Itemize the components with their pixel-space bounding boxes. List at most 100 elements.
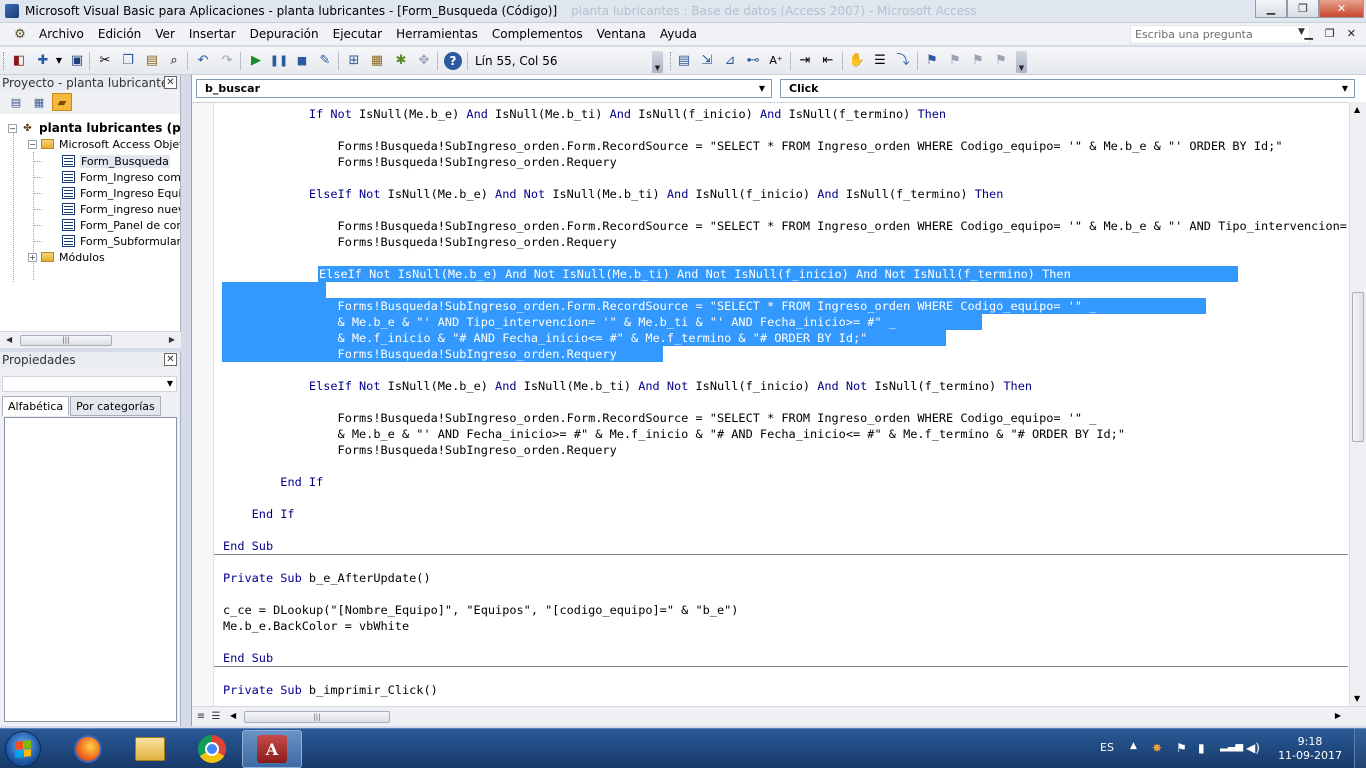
scrollbar-thumb[interactable]: ||| — [20, 335, 112, 346]
maximize-button[interactable]: ❐ — [1287, 0, 1319, 18]
menu-depuracion[interactable]: Depuración — [243, 27, 326, 41]
scroll-left-icon[interactable]: ◀ — [6, 335, 12, 344]
procedure-combo[interactable]: Click ▼ — [780, 79, 1355, 98]
chevron-down-icon[interactable]: ▼ — [759, 84, 765, 93]
volume-icon[interactable]: ◀) — [1246, 741, 1260, 755]
design-mode-icon[interactable]: ✎ — [317, 53, 333, 69]
vba-menu-icon[interactable]: ⚙ — [12, 26, 28, 42]
close-button[interactable]: ✕ — [1319, 0, 1364, 18]
tree-item-form[interactable]: Form_Panel de cont — [62, 217, 180, 233]
redo-icon[interactable]: ↷ — [219, 53, 235, 69]
project-explorer-icon[interactable]: ⊞ — [346, 53, 362, 69]
procedure-view-icon[interactable]: ≡ — [194, 710, 208, 724]
taskbar-chrome[interactable] — [182, 730, 242, 768]
tree-modules-folder[interactable]: + Módulos — [28, 249, 105, 265]
outdent-icon[interactable]: ⇤ — [820, 53, 836, 69]
undo-icon[interactable]: ↶ — [195, 53, 211, 69]
previous-bookmark-icon[interactable]: ⚑ — [970, 53, 986, 69]
help-icon[interactable]: ? — [444, 52, 462, 70]
taskbar-explorer[interactable] — [120, 730, 180, 768]
list-constants-icon[interactable]: ⇲ — [699, 53, 715, 69]
scroll-left-icon[interactable]: ◀ — [230, 711, 236, 720]
indent-icon[interactable]: ⇥ — [797, 53, 813, 69]
project-horizontal-scrollbar[interactable]: ◀ ||| ▶ — [0, 331, 181, 348]
code-editor[interactable]: If Not IsNull(Me.b_e) And IsNull(Me.b_ti… — [192, 102, 1348, 706]
find-icon[interactable]: ⌕ — [166, 53, 182, 69]
help-search-input[interactable]: Escriba una pregunta — [1130, 25, 1310, 44]
tree-item-form[interactable]: Form_Ingreso comp — [62, 169, 180, 185]
updates-icon[interactable]: ✸ — [1152, 741, 1162, 755]
clear-bookmarks-icon[interactable]: ⚑ — [993, 53, 1009, 69]
mdi-restore-button[interactable]: ❐ — [1325, 27, 1335, 40]
toggle-breakpoint-icon[interactable]: ✋ — [849, 53, 865, 69]
code-vertical-scrollbar[interactable]: ▲ ▼ — [1349, 102, 1366, 706]
cut-icon[interactable]: ✂ — [97, 53, 113, 69]
view-access-icon[interactable]: ◧ — [11, 53, 27, 69]
taskbar-access[interactable]: A — [242, 730, 302, 768]
toggle-bookmark-icon[interactable]: ⚑ — [924, 53, 940, 69]
chevron-down-icon[interactable]: ▼ — [1342, 84, 1348, 93]
chevron-down-icon[interactable]: ▼ — [167, 379, 173, 388]
toolbar-grip[interactable] — [670, 52, 673, 70]
network-warning-icon[interactable]: ⚑ — [1176, 741, 1187, 755]
run-icon[interactable]: ▶ — [248, 53, 264, 69]
stop-icon[interactable]: ■ — [294, 53, 310, 69]
view-object-icon[interactable]: ▦ — [29, 93, 49, 111]
collapse-icon[interactable]: − — [28, 139, 37, 149]
parameter-info-icon[interactable]: ⊷ — [745, 53, 761, 69]
margin-indicator-bar[interactable] — [192, 103, 214, 706]
signal-icon[interactable]: ▂▃▅ — [1220, 741, 1243, 752]
tree-access-objects-folder[interactable]: − Microsoft Access Objeto — [28, 136, 180, 152]
object-browser-icon[interactable]: ✱ — [393, 53, 409, 69]
toggle-folders-icon[interactable]: ▰ — [52, 93, 72, 111]
next-bookmark-icon[interactable]: ⚑ — [947, 53, 963, 69]
insert-userform-icon[interactable]: ✚ — [35, 53, 51, 69]
menu-insertar[interactable]: Insertar — [182, 27, 243, 41]
tree-project-node[interactable]: − ✤ planta lubricantes (plan — [8, 120, 180, 136]
toolbar-options-icon[interactable]: ▼ — [652, 51, 663, 73]
language-indicator[interactable]: ES — [1100, 741, 1114, 754]
menu-ejecutar[interactable]: Ejecutar — [326, 27, 390, 41]
minimize-button[interactable]: ▁ — [1255, 0, 1287, 18]
show-hidden-icons-icon[interactable]: ▲ — [1130, 741, 1137, 751]
mdi-minimize-button[interactable]: ▁ — [1304, 27, 1312, 40]
tab-alfabetica[interactable]: Alfabética — [2, 396, 70, 416]
properties-object-combo[interactable]: ▼ — [2, 376, 177, 392]
taskbar-firefox[interactable] — [58, 730, 118, 768]
clock[interactable]: 9:18 11-09-2017 — [1278, 735, 1342, 763]
close-icon[interactable]: ✕ — [164, 76, 177, 89]
save-icon[interactable]: ▣ — [69, 53, 85, 69]
scroll-up-icon[interactable]: ▲ — [1354, 105, 1360, 114]
copy-icon[interactable]: ❐ — [120, 53, 136, 69]
menu-archivo[interactable]: Archivo — [32, 27, 91, 41]
start-button[interactable] — [5, 731, 41, 767]
toolbar-grip[interactable] — [3, 52, 6, 70]
complete-word-icon[interactable]: A⁺ — [768, 53, 784, 69]
menu-herramientas[interactable]: Herramientas — [389, 27, 485, 41]
menu-complementos[interactable]: Complementos — [485, 27, 590, 41]
list-properties-icon[interactable]: ▤ — [676, 53, 692, 69]
tree-item-form[interactable]: Form_ingreso nuevo — [62, 201, 180, 217]
menu-ayuda[interactable]: Ayuda — [653, 27, 704, 41]
menu-ver[interactable]: Ver — [148, 27, 182, 41]
mdi-close-button[interactable]: ✕ — [1347, 27, 1356, 40]
scroll-down-icon[interactable]: ▼ — [1354, 694, 1360, 703]
toolbar-options-icon[interactable]: ▼ — [1016, 51, 1027, 73]
view-code-icon[interactable]: ▤ — [6, 93, 26, 111]
scrollbar-thumb[interactable] — [1352, 292, 1364, 442]
menu-edicion[interactable]: Edición — [91, 27, 148, 41]
close-icon[interactable]: ✕ — [164, 353, 177, 366]
show-desktop-button[interactable] — [1354, 729, 1366, 768]
quick-info-icon[interactable]: ⊿ — [722, 53, 738, 69]
tree-item-form[interactable]: Form_Subformulario — [62, 233, 180, 249]
menu-ventana[interactable]: Ventana — [590, 27, 653, 41]
scroll-right-icon[interactable]: ▶ — [1335, 711, 1341, 720]
tree-item-form[interactable]: Form_Busqueda — [62, 153, 170, 169]
uncomment-block-icon[interactable]: ⤵ — [895, 53, 911, 69]
scrollbar-thumb[interactable]: ||| — [244, 711, 390, 723]
comment-block-icon[interactable]: ☰ — [872, 53, 888, 69]
object-combo[interactable]: b_buscar ▼ — [196, 79, 772, 98]
toolbox-icon[interactable]: ✥ — [416, 53, 432, 69]
expand-icon[interactable]: + — [28, 252, 37, 262]
tab-por-categorias[interactable]: Por categorías — [70, 396, 161, 416]
